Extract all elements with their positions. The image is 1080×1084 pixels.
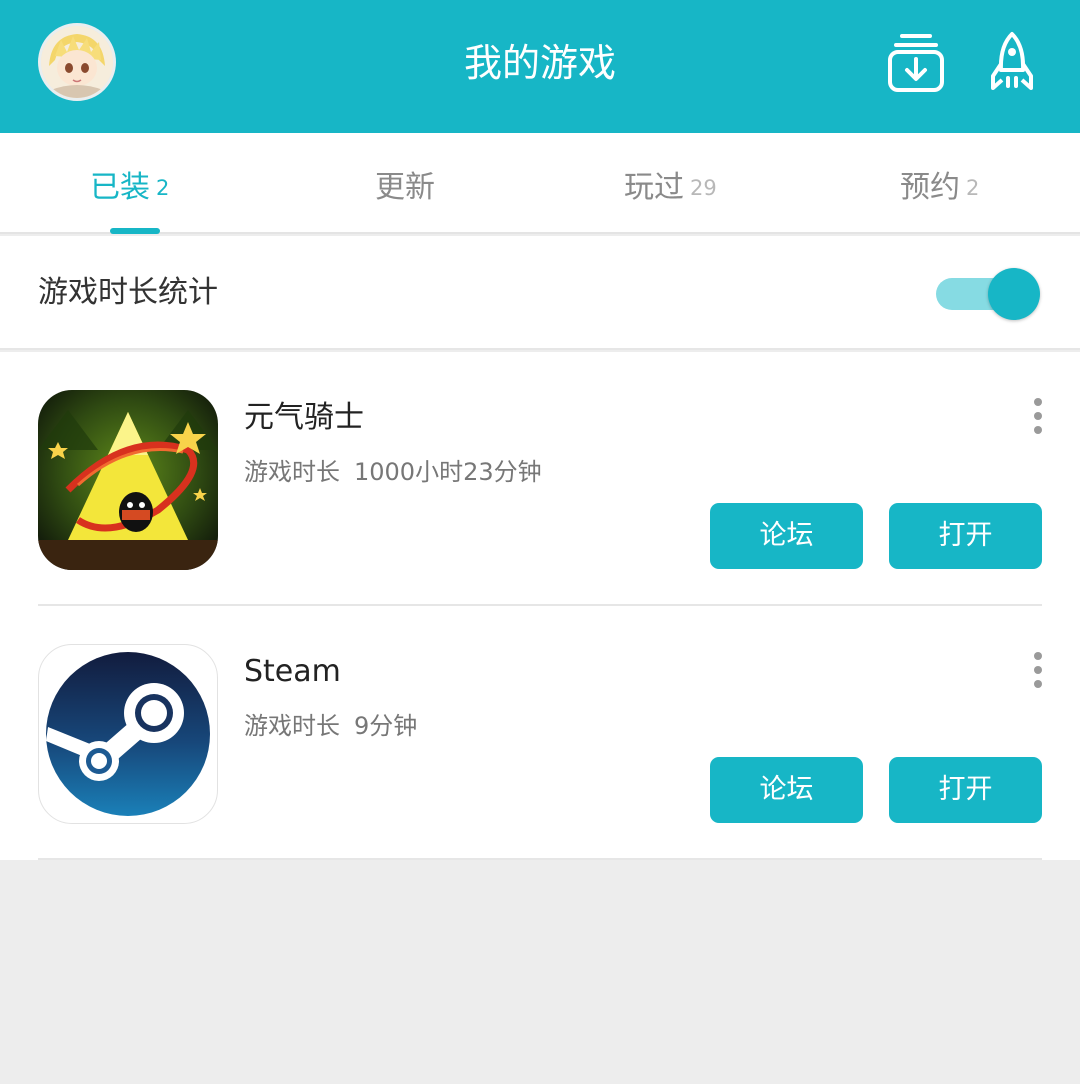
forum-button[interactable]: 论坛 — [710, 757, 863, 823]
game-item[interactable]: Steam 游戏时长 9分钟 论坛 打开 — [0, 606, 1080, 860]
top-app-bar: 我的游戏 — [0, 0, 1080, 133]
game-playtime: 游戏时长 1000小时23分钟 — [244, 455, 542, 489]
more-vertical-icon[interactable] — [1028, 650, 1048, 690]
more-vertical-icon[interactable] — [1028, 396, 1048, 436]
divider — [38, 858, 1042, 860]
soul-knight-icon — [38, 390, 218, 570]
tab-count: 2 — [966, 176, 980, 200]
playtime-value: 9分钟 — [354, 712, 418, 740]
steam-icon — [38, 644, 218, 824]
game-item[interactable]: 元气骑士 游戏时长 1000小时23分钟 论坛 打开 — [0, 352, 1080, 606]
tab-reserved[interactable]: 预约 2 — [900, 163, 979, 213]
active-tab-indicator — [110, 228, 160, 234]
forum-button[interactable]: 论坛 — [710, 503, 863, 569]
tab-label: 玩过 — [624, 170, 684, 205]
playtime-label: 游戏时长 — [244, 712, 340, 740]
tab-label: 已装 — [90, 170, 150, 205]
tab-installed[interactable]: 已装 2 — [90, 163, 169, 213]
rocket-icon[interactable] — [988, 30, 1036, 94]
tab-bar: 已装 2 更新 玩过 29 预约 2 — [0, 133, 1080, 234]
tab-played[interactable]: 玩过 29 — [624, 163, 717, 213]
game-name: Steam — [244, 654, 341, 689]
game-playtime: 游戏时长 9分钟 — [244, 709, 417, 743]
playtime-label: 游戏时长 — [244, 458, 340, 486]
tab-count: 2 — [156, 176, 170, 200]
playtime-stats-label: 游戏时长统计 — [38, 275, 218, 310]
playtime-value: 1000小时23分钟 — [354, 458, 542, 486]
tab-updates[interactable]: 更新 — [375, 163, 435, 213]
game-list: 元气骑士 游戏时长 1000小时23分钟 论坛 打开 Steam 游戏时长 9分… — [0, 352, 1080, 860]
playtime-stats-toggle[interactable] — [936, 268, 1042, 320]
tab-label: 预约 — [900, 170, 960, 205]
open-button[interactable]: 打开 — [889, 757, 1042, 823]
toggle-knob — [988, 268, 1040, 320]
download-box-icon[interactable] — [886, 30, 946, 94]
tab-count: 29 — [690, 176, 717, 200]
tab-label: 更新 — [375, 170, 435, 205]
open-button[interactable]: 打开 — [889, 503, 1042, 569]
game-name: 元气骑士 — [244, 400, 364, 435]
playtime-stats-row: 游戏时长统计 — [0, 236, 1080, 350]
